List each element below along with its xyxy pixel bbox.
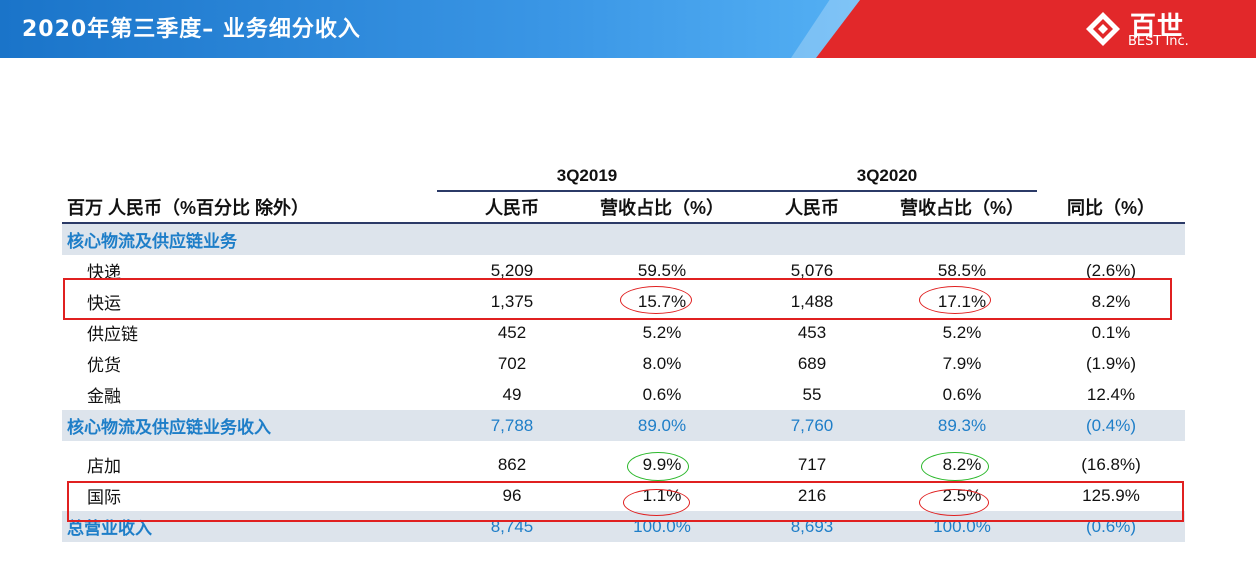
cell-pct-2020: 0.6% bbox=[942, 384, 982, 404]
header-pct-2019: 营收占比（%） bbox=[587, 191, 737, 224]
cell-yoy: (1.9%) bbox=[1085, 353, 1137, 373]
cell-rmb-2020: 7,760 bbox=[737, 410, 887, 441]
cell-pct-2019: 8.0% bbox=[642, 353, 682, 373]
header-rmb-2019: 人民币 bbox=[437, 191, 587, 224]
cell-pct-2019: 89.0% bbox=[587, 410, 737, 441]
column-header-row: 百万 人民币（%百分比 除外） 人民币 营收占比（%） 人民币 营收占比（%） … bbox=[62, 191, 1185, 224]
table-row: 优货 702 8.0% 689 7.9% (1.9%) bbox=[62, 348, 1185, 379]
row-label: 优货 bbox=[87, 356, 121, 375]
highlight-box-kuaiyun bbox=[63, 278, 1172, 320]
logo: 百世 BEST Inc. bbox=[1084, 6, 1234, 52]
cell-yoy: (0.4%) bbox=[1037, 410, 1185, 441]
cell-rmb-2020: 55 bbox=[802, 384, 822, 404]
section-header-row: 核心物流及供应链业务 bbox=[62, 223, 1185, 255]
highlight-oval bbox=[919, 286, 991, 314]
cell-yoy: 0.1% bbox=[1091, 322, 1131, 342]
highlight-oval bbox=[919, 489, 989, 516]
cell-rmb-2019: 7,788 bbox=[437, 410, 587, 441]
row-label: 金融 bbox=[87, 387, 121, 406]
cell-rmb-2020: 453 bbox=[797, 322, 827, 342]
highlight-oval bbox=[623, 489, 690, 516]
period-3q2020: 3Q2020 bbox=[737, 162, 1037, 192]
table-row: 金融 49 0.6% 55 0.6% 12.4% bbox=[62, 379, 1185, 410]
highlight-oval bbox=[921, 452, 989, 481]
spacer-row bbox=[62, 441, 1185, 449]
cell-pct-2020: 89.3% bbox=[887, 410, 1037, 441]
cell-yoy: (16.8%) bbox=[1081, 454, 1141, 474]
cell-pct-2019: 5.2% bbox=[642, 322, 682, 342]
highlight-oval bbox=[620, 286, 692, 314]
cell-rmb-2019: 862 bbox=[497, 454, 527, 474]
cell-pct-2020: 5.2% bbox=[942, 322, 982, 342]
table-row: 店加 862 9.9% 717 8.2% (16.8%) bbox=[62, 449, 1185, 480]
cell-yoy: 12.4% bbox=[1086, 384, 1136, 404]
header-bar: 2020年第三季度– 业务细分收入 百世 BEST Inc. bbox=[0, 0, 1256, 58]
subtotal-row: 核心物流及供应链业务收入 7,788 89.0% 7,760 89.3% (0.… bbox=[62, 410, 1185, 441]
table-row: 供应链 452 5.2% 453 5.2% 0.1% bbox=[62, 317, 1185, 348]
highlight-oval bbox=[627, 452, 689, 481]
cell-pct-2019: 0.6% bbox=[642, 384, 682, 404]
cell-rmb-2019: 452 bbox=[497, 322, 527, 342]
cell-rmb-2020: 689 bbox=[797, 353, 827, 373]
header-yoy: 同比（%） bbox=[1037, 191, 1185, 224]
period-3q2019: 3Q2019 bbox=[437, 162, 737, 192]
header-pct-2020: 营收占比（%） bbox=[887, 191, 1037, 224]
cell-rmb-2020: 717 bbox=[797, 454, 827, 474]
best-logo-icon bbox=[1086, 12, 1120, 46]
header-unit: 百万 人民币（%百分比 除外） bbox=[62, 191, 437, 224]
row-label: 核心物流及供应链业务收入 bbox=[62, 410, 437, 441]
period-header-row: 3Q2019 3Q2020 bbox=[62, 162, 1185, 192]
logo-name-en: BEST Inc. bbox=[1128, 34, 1189, 49]
header-rmb-2020: 人民币 bbox=[737, 191, 887, 224]
cell-rmb-2019: 702 bbox=[497, 353, 527, 373]
row-label: 店加 bbox=[87, 457, 121, 476]
page-title: 2020年第三季度– 业务细分收入 bbox=[22, 17, 361, 42]
cell-pct-2020: 7.9% bbox=[942, 353, 982, 373]
row-label: 供应链 bbox=[87, 325, 138, 344]
section-label: 核心物流及供应链业务 bbox=[62, 223, 1185, 255]
cell-rmb-2019: 49 bbox=[502, 384, 522, 404]
